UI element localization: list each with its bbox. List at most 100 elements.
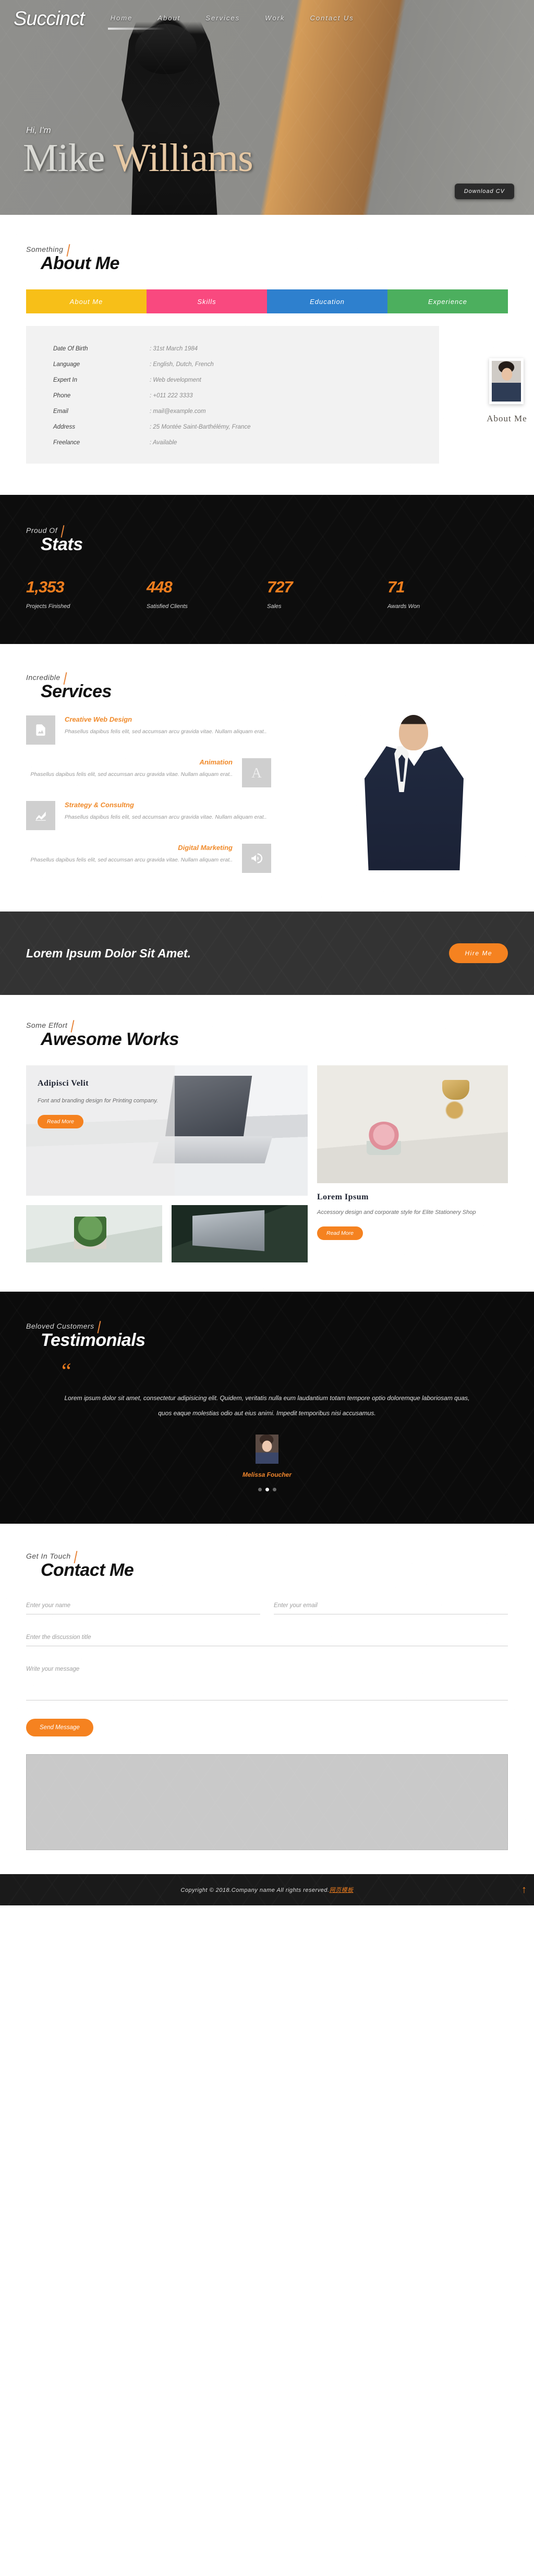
- work-card-side[interactable]: Lorem Ipsum Accessory design and corpora…: [317, 1065, 508, 1262]
- works-eyebrow: Some Effort: [26, 1021, 72, 1029]
- location-map[interactable]: [26, 1754, 508, 1850]
- detail-value: : Web development: [150, 377, 201, 383]
- stat-label: Projects Finished: [26, 603, 70, 610]
- service-desc: Phasellus dapibus felis elit, sed accums…: [65, 814, 267, 820]
- tab-about-me[interactable]: About Me: [26, 289, 147, 313]
- services-list: Creative Web Design Phasellus dapibus fe…: [26, 715, 271, 873]
- service-item[interactable]: Digital Marketing Phasellus dapibus feli…: [26, 844, 271, 873]
- contact-form-row: [26, 1598, 508, 1614]
- service-title: Digital Marketing: [178, 844, 233, 852]
- nav-item-about[interactable]: About: [157, 14, 180, 23]
- message-input[interactable]: [26, 1661, 508, 1700]
- tab-experience[interactable]: Experience: [387, 289, 508, 313]
- testimonial-author: Melissa Foucher: [242, 1471, 292, 1478]
- stat-item: 1,353 Projects Finished: [26, 578, 147, 610]
- work-thumb-laptop[interactable]: [172, 1205, 308, 1262]
- service-text: Animation Phasellus dapibus felis elit, …: [30, 758, 233, 779]
- message-field-wrap: [26, 1661, 508, 1703]
- detail-key: Date Of Birth: [53, 346, 88, 352]
- carousel-dot[interactable]: [272, 1487, 276, 1491]
- carousel-dot-active[interactable]: [265, 1487, 269, 1491]
- work-card-title: Adipisci Velit: [38, 1079, 89, 1088]
- hero-name: Mike Williams: [23, 138, 524, 178]
- hero-greeting: Hi, I'm: [26, 125, 51, 135]
- contact-eyebrow: Get In Touch: [26, 1552, 76, 1560]
- person-body: [365, 746, 464, 870]
- work-side-title: Lorem Ipsum: [317, 1193, 369, 1201]
- stat-number: 1,353: [26, 578, 65, 596]
- service-title: Strategy & Consultng: [65, 801, 134, 809]
- work-thumb-plant[interactable]: [26, 1205, 162, 1262]
- detail-value: : mail@example.com: [150, 408, 206, 415]
- contact-form: Send Message: [26, 1598, 508, 1736]
- person-head: [399, 715, 428, 750]
- name-input[interactable]: [26, 1598, 260, 1614]
- copyright-text: Copyright © 2018.Company name All rights…: [180, 1886, 353, 1894]
- works-left-column: Adipisci Velit Font and branding design …: [26, 1065, 308, 1262]
- download-cv-button[interactable]: Download CV: [454, 184, 514, 199]
- services-eyebrow: Incredible: [26, 673, 66, 682]
- services-person-photo: [349, 714, 479, 870]
- detail-row: Address: 25 Montée Saint-Barthélémy, Fra…: [53, 424, 412, 430]
- email-field-wrap: [274, 1598, 508, 1614]
- image-icon: [26, 715, 55, 745]
- about-tabs: About Me Skills Education Experience: [26, 289, 508, 313]
- hero-first-name: Mike: [23, 136, 105, 180]
- read-more-button[interactable]: Read More: [38, 1114, 83, 1128]
- nav-item-home[interactable]: Home: [107, 14, 165, 30]
- nav-links: Home About Services Work Contact Us: [107, 14, 354, 30]
- service-text: Strategy & Consultng Phasellus dapibus f…: [65, 801, 267, 822]
- send-message-button[interactable]: Send Message: [26, 1718, 93, 1736]
- cta-banner: Lorem Ipsum Dolor Sit Amet. Hire Me: [0, 912, 534, 995]
- read-more-button[interactable]: Read More: [317, 1226, 363, 1240]
- copyright-label: Copyright © 2018.Company name All rights…: [180, 1887, 330, 1893]
- detail-row: Date Of Birth: 31st March 1984: [53, 346, 412, 352]
- work-side-desc: Accessory design and corporate style for…: [317, 1209, 476, 1216]
- work-image-lamp: [317, 1065, 508, 1183]
- carousel-dots: [26, 1487, 508, 1491]
- service-item[interactable]: Strategy & Consultng Phasellus dapibus f…: [26, 801, 271, 830]
- subject-input[interactable]: [26, 1630, 508, 1646]
- testimonial-quote: Lorem ipsum dolor sit amet, consectetur …: [64, 1394, 470, 1417]
- name-field-wrap: [26, 1598, 260, 1614]
- works-section: Some Effort Awesome Works Adipisci Velit…: [0, 995, 534, 1292]
- hire-me-button[interactable]: Hire Me: [449, 943, 508, 963]
- chart-up-icon: [26, 801, 55, 830]
- works-grid: Adipisci Velit Font and branding design …: [26, 1065, 508, 1262]
- tab-education[interactable]: Education: [267, 289, 387, 313]
- detail-key: Phone: [53, 393, 71, 399]
- work-card-featured[interactable]: Adipisci Velit Font and branding design …: [26, 1065, 308, 1196]
- nav-item-work[interactable]: Work: [265, 14, 285, 23]
- email-input[interactable]: [274, 1598, 508, 1614]
- subject-field-wrap: [26, 1630, 508, 1646]
- detail-key: Expert In: [53, 377, 78, 383]
- stat-label: Satisfied Clients: [147, 603, 188, 610]
- stat-item: 71 Awards Won: [387, 578, 508, 610]
- detail-row: Email: mail@example.com: [53, 408, 412, 415]
- service-desc: Phasellus dapibus felis elit, sed accums…: [30, 857, 233, 863]
- works-title: Awesome Works: [41, 1029, 179, 1049]
- stat-label: Sales: [267, 603, 282, 610]
- nav-item-services[interactable]: Services: [205, 14, 240, 23]
- detail-value: : English, Dutch, French: [150, 361, 214, 368]
- quote-icon: “: [62, 1359, 71, 1383]
- service-desc: Phasellus dapibus felis elit, sed accums…: [65, 728, 267, 735]
- tab-skills[interactable]: Skills: [147, 289, 267, 313]
- detail-row: Phone: +011 222 3333: [53, 393, 412, 399]
- contact-title: Contact Me: [41, 1560, 134, 1580]
- stat-item: 448 Satisfied Clients: [147, 578, 267, 610]
- stats-eyebrow: Proud Of: [26, 526, 63, 534]
- scroll-to-top-icon[interactable]: ↑: [521, 1885, 527, 1895]
- site-logo[interactable]: Succinct: [14, 8, 85, 30]
- about-section: Something About Me About Me Skills Educa…: [0, 215, 534, 495]
- detail-value: : Available: [150, 440, 177, 446]
- nav-item-contact-us[interactable]: Contact Us: [310, 14, 354, 23]
- about-title: About Me: [41, 253, 119, 273]
- detail-key: Language: [53, 361, 80, 368]
- footer-link[interactable]: 网页模板: [330, 1887, 354, 1893]
- work-thumbnails: [26, 1205, 308, 1262]
- carousel-dot[interactable]: [258, 1487, 262, 1491]
- service-item[interactable]: Creative Web Design Phasellus dapibus fe…: [26, 715, 271, 745]
- service-item[interactable]: A Animation Phasellus dapibus felis elit…: [26, 758, 271, 787]
- detail-row: Language : English, Dutch, French: [53, 361, 412, 368]
